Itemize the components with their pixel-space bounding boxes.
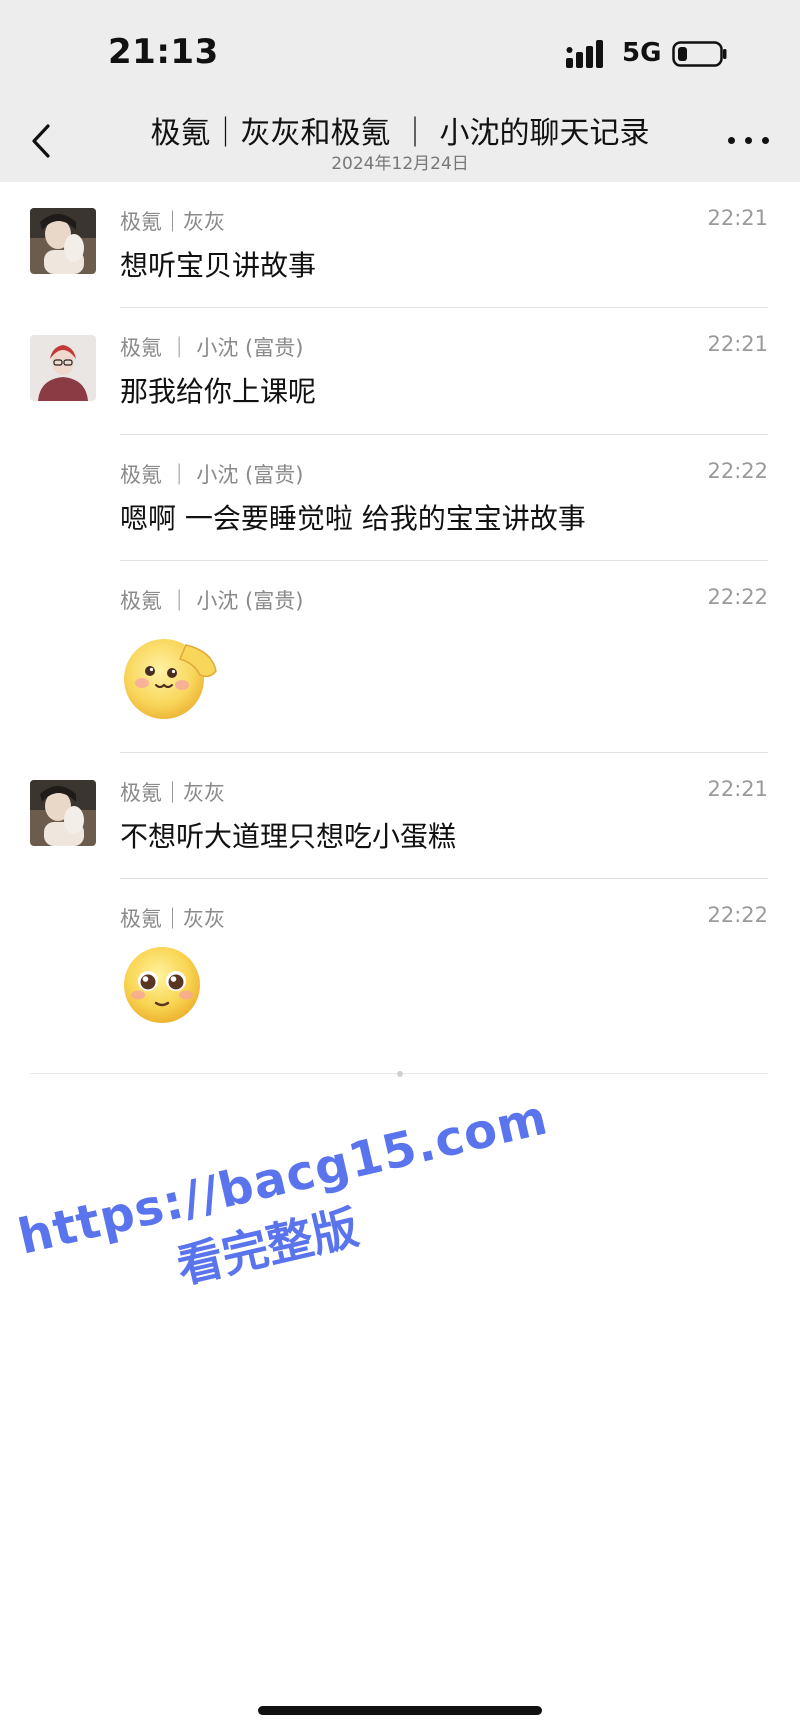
more-dot-icon bbox=[762, 137, 769, 144]
page-title: 极氪｜灰灰和极氪 ｜ 小沈的聊天记录 bbox=[150, 116, 650, 151]
message-row[interactable]: 极氪｜灰灰 22:21 想听宝贝讲故事 bbox=[0, 182, 800, 308]
avatar-huihui[interactable] bbox=[30, 780, 96, 846]
watermark: https://bacg15.com 看完整版 bbox=[13, 1089, 567, 1416]
top-bar: 21:13 5G 极氪｜灰灰和极氪 ｜ 小沈的聊天记录 2024年12月24日 bbox=[0, 0, 800, 182]
battery-icon bbox=[672, 41, 727, 67]
message-sender: 极氪 ｜ 小沈 (富贵) bbox=[120, 463, 304, 487]
more-dot-icon bbox=[745, 137, 752, 144]
message-row[interactable]: 极氪 ｜ 小沈 (富贵) 22:22 嗯啊 一会要睡觉啦 给我的宝宝讲故事 bbox=[0, 435, 800, 561]
message-row[interactable]: 极氪 ｜ 小沈 (富贵) 22:21 那我给你上课呢 bbox=[0, 308, 800, 435]
message-time: 22:21 bbox=[707, 777, 768, 801]
message-time: 22:22 bbox=[707, 459, 768, 483]
message-text: 那我给你上课呢 bbox=[120, 375, 317, 408]
status-time: 21:13 bbox=[108, 32, 219, 72]
salute-emoji-icon[interactable] bbox=[120, 631, 220, 721]
message-row[interactable]: 极氪 ｜ 小沈 (富贵) 22:22 bbox=[0, 561, 800, 753]
chat-history-page: 21:13 5G 极氪｜灰灰和极氪 ｜ 小沈的聊天记录 2024年12月24日 bbox=[0, 0, 800, 1733]
message-row[interactable]: 极氪｜灰灰 22:22 bbox=[0, 879, 800, 1059]
message-time: 22:21 bbox=[707, 332, 768, 356]
message-time: 22:21 bbox=[707, 206, 768, 230]
message-text: 嗯啊 一会要睡觉啦 给我的宝宝讲故事 bbox=[120, 502, 586, 535]
message-text: 想听宝贝讲故事 bbox=[120, 249, 317, 282]
message-sender: 极氪 ｜ 小沈 (富贵) bbox=[120, 336, 304, 360]
message-sender: 极氪｜灰灰 bbox=[120, 210, 225, 234]
end-dot bbox=[397, 1071, 403, 1077]
message-text: 不想听大道理只想吃小蛋糕 bbox=[120, 820, 457, 853]
more-options-button[interactable] bbox=[726, 128, 772, 152]
message-time: 22:22 bbox=[707, 585, 768, 609]
signal-icon bbox=[566, 40, 603, 68]
more-dot-icon bbox=[728, 137, 735, 144]
back-icon[interactable] bbox=[24, 118, 60, 164]
message-time: 22:22 bbox=[707, 903, 768, 927]
avatar-xiaoshen[interactable] bbox=[30, 335, 96, 401]
home-indicator[interactable] bbox=[258, 1706, 542, 1715]
page-date: 2024年12月24日 bbox=[331, 154, 469, 174]
message-row[interactable]: 极氪｜灰灰 22:21 不想听大道理只想吃小蛋糕 bbox=[0, 753, 800, 879]
message-sender: 极氪｜灰灰 bbox=[120, 781, 225, 805]
message-sender: 极氪 ｜ 小沈 (富贵) bbox=[120, 589, 304, 613]
message-sender: 极氪｜灰灰 bbox=[120, 907, 225, 931]
avatar-huihui[interactable] bbox=[30, 208, 96, 274]
pleading-emoji-icon[interactable] bbox=[120, 943, 204, 1027]
network-label: 5G bbox=[622, 38, 662, 68]
